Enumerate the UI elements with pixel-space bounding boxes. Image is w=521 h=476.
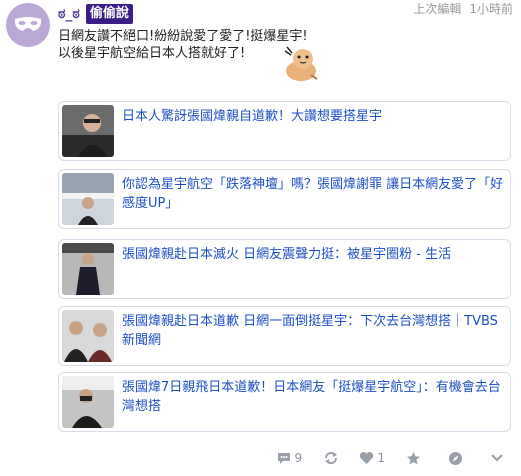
post-time: 1小時前	[469, 2, 513, 16]
repost-button[interactable]	[310, 450, 352, 466]
link-title[interactable]: 張國煒親赴日本道歉 日網一面倒挺星宇：下次去台灣想搭｜TVBS新聞網	[122, 312, 504, 350]
post-message: 日網友讚不絕口!紛紛說愛了愛了!挺爆星宇! 以後星宇航空給日本人搭就好了!	[58, 28, 308, 62]
action-bar: 9 1	[268, 446, 518, 470]
link-thumbnail	[62, 173, 114, 225]
share-button[interactable]	[435, 451, 477, 466]
author-badge[interactable]: 偷偷說	[85, 4, 133, 24]
link-thumbnail	[62, 105, 114, 157]
edited-label: 上次編輯	[413, 2, 462, 16]
post-line-1: 日網友讚不絕口!紛紛說愛了愛了!挺爆星宇!	[58, 29, 308, 44]
avatar[interactable]	[6, 3, 50, 47]
link-card[interactable]: 張國煒7日親飛日本道歉！日本網友「挺爆星宇航空」：有機會去台灣想搭	[58, 372, 511, 432]
post-meta: 上次編輯 1小時前	[413, 0, 513, 17]
link-card[interactable]: 日本人驚訝張國煒親自道歉！大讚想要搭星宇	[58, 101, 511, 161]
favorite-button[interactable]	[393, 451, 435, 466]
more-button[interactable]	[476, 453, 518, 463]
link-thumbnail	[62, 310, 114, 362]
link-title[interactable]: 張國煒親赴日本滅火 日網友震聲力挺：被星宇圈粉 - 生活	[122, 245, 504, 264]
compass-icon	[449, 451, 463, 465]
like-count: 1	[377, 451, 385, 465]
author-name[interactable]: ಠ_ಠ	[58, 6, 80, 22]
post-line-2: 以後星宇航空給日本人搭就好了!	[58, 46, 246, 61]
author-row: ಠ_ಠ 偷偷說	[58, 4, 133, 24]
repost-icon	[324, 452, 337, 464]
comment-icon	[277, 453, 290, 464]
link-title[interactable]: 你認為星宇航空「跌落神壇」嗎？張國煒謝罪 讓日本網友愛了「好感度UP」	[122, 175, 504, 213]
link-title[interactable]: 日本人驚訝張國煒親自道歉！大讚想要搭星宇	[122, 107, 504, 126]
like-button[interactable]: 1	[351, 451, 393, 465]
link-card[interactable]: 你認為星宇航空「跌落神壇」嗎？張國煒謝罪 讓日本網友愛了「好感度UP」	[58, 169, 511, 229]
link-card[interactable]: 張國煒親赴日本道歉 日網一面倒挺星宇：下次去台灣想搭｜TVBS新聞網	[58, 306, 511, 366]
sticker-image	[284, 46, 318, 81]
comment-count: 9	[294, 451, 303, 465]
comment-button[interactable]: 9	[268, 451, 310, 465]
link-thumbnail	[62, 243, 114, 295]
link-title[interactable]: 張國煒7日親飛日本道歉！日本網友「挺爆星宇航空」：有機會去台灣想搭	[122, 378, 504, 416]
link-thumbnail	[62, 376, 114, 428]
link-card[interactable]: 張國煒親赴日本滅火 日網友震聲力挺：被星宇圈粉 - 生活	[58, 239, 511, 299]
chevron-down-icon	[491, 454, 503, 462]
mask-icon	[14, 17, 42, 31]
star-icon	[407, 451, 421, 464]
heart-icon	[360, 452, 374, 464]
